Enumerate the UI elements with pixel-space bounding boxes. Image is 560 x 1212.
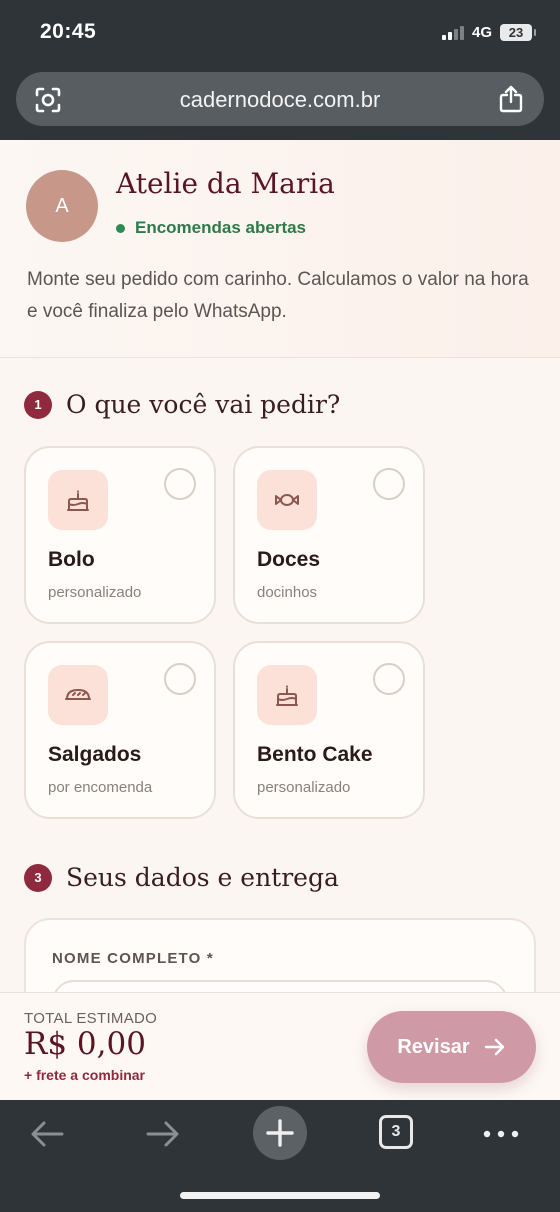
cake-icon — [48, 470, 108, 530]
section-title: O que você vai pedir? — [66, 390, 341, 419]
card-title: Bento Cake — [257, 743, 373, 766]
total-value: R$ 0,00 — [24, 1026, 146, 1062]
url-text[interactable]: cadernodoce.com.br — [16, 87, 544, 113]
card-subtitle: por encomenda — [48, 779, 153, 796]
card-subtitle: docinhos — [257, 584, 318, 601]
card-title: Bolo — [48, 548, 95, 571]
status-badge: Encomendas abertas — [116, 218, 306, 238]
home-indicator — [180, 1192, 380, 1199]
product-card-bento-cake[interactable]: Bento Cake personalizado — [233, 641, 425, 819]
product-card-salgados[interactable]: Salgados por encomenda — [24, 641, 216, 819]
battery-icon: 23 — [500, 24, 536, 41]
network-type: 4G — [471, 24, 492, 41]
bread-icon — [48, 665, 108, 725]
status-indicators: 4G 23 — [441, 24, 536, 41]
review-button[interactable]: Revisar — [367, 1011, 536, 1083]
product-card-doces[interactable]: Doces docinhos — [233, 446, 425, 624]
product-card-bolo[interactable]: Bolo personalizado — [24, 446, 216, 624]
browser-top-bar: cadernodoce.com.br — [0, 66, 560, 140]
freight-note: + frete a combinar — [24, 1067, 145, 1083]
signal-icon — [441, 25, 464, 40]
status-time: 20:45 — [40, 20, 97, 43]
section-title: Seus dados e entrega — [66, 863, 339, 892]
tabs-button[interactable]: 3 — [379, 1115, 413, 1149]
status-bar: 20:45 4G 23 — [0, 0, 560, 66]
card-title: Salgados — [48, 743, 142, 766]
plus-icon — [266, 1119, 294, 1147]
card-radio[interactable] — [373, 468, 405, 500]
card-subtitle: personalizado — [257, 779, 351, 796]
order-summary-bar: TOTAL ESTIMADO R$ 0,00 + frete a combina… — [0, 992, 560, 1100]
shop-header: A Atelie da Maria Encomendas abertas Mon… — [0, 140, 560, 358]
section-your-details: 3 Seus dados e entrega — [24, 863, 339, 892]
address-bar[interactable]: cadernodoce.com.br — [16, 72, 544, 126]
card-radio[interactable] — [373, 663, 405, 695]
section-what-to-order: 1 O que você vai pedir? — [24, 390, 340, 419]
share-icon[interactable] — [498, 85, 524, 113]
avatar: A — [26, 170, 98, 242]
card-subtitle: personalizado — [48, 584, 142, 601]
total-label: TOTAL ESTIMADO — [24, 1010, 158, 1027]
arrow-right-icon — [484, 1038, 504, 1056]
step-number: 1 — [24, 390, 52, 419]
card-radio[interactable] — [164, 663, 196, 695]
intro-text: Monte seu pedido com carinho. Calculamos… — [27, 269, 529, 322]
candy-icon — [257, 470, 317, 530]
page-content: A Atelie da Maria Encomendas abertas Mon… — [0, 140, 560, 1100]
new-tab-button[interactable] — [253, 1106, 307, 1160]
status-dot-icon — [116, 223, 125, 233]
card-title: Doces — [257, 548, 321, 571]
name-field-label: NOME COMPLETO * — [52, 950, 214, 967]
status-text: Encomendas abertas — [135, 218, 307, 237]
step-number: 3 — [24, 863, 52, 892]
forward-icon[interactable] — [144, 1114, 182, 1154]
review-label: Revisar — [397, 1035, 470, 1058]
shop-name: Atelie da Maria — [116, 167, 335, 200]
cake-icon — [257, 665, 317, 725]
card-radio[interactable] — [164, 468, 196, 500]
browser-toolbar: 3 — [0, 1100, 560, 1212]
back-icon[interactable] — [28, 1114, 66, 1154]
more-icon[interactable] — [482, 1114, 520, 1154]
